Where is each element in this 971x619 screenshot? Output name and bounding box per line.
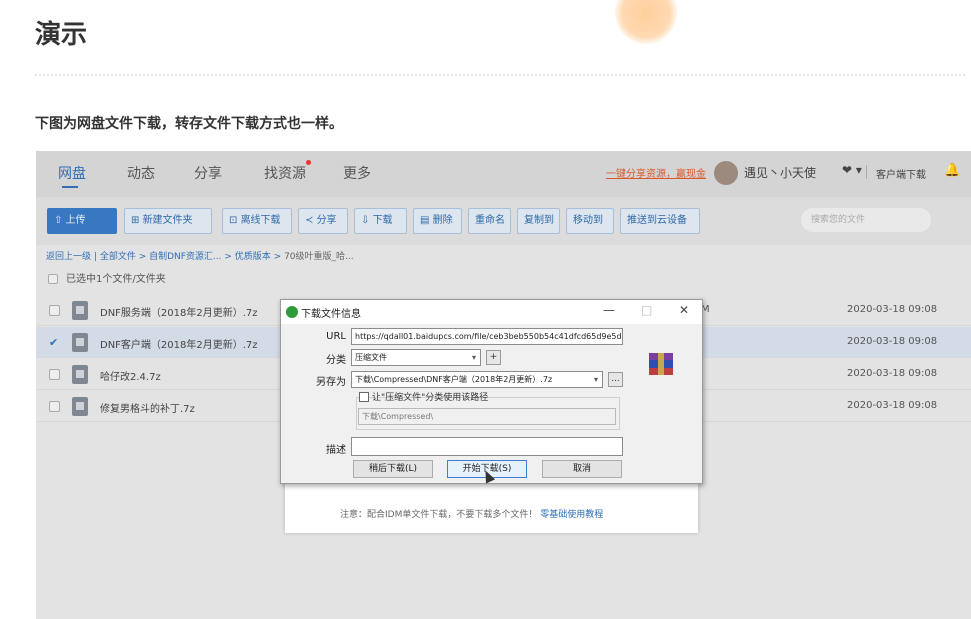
close-icon[interactable]: ✕: [679, 303, 689, 317]
minimize-icon[interactable]: —: [603, 303, 615, 317]
url-label: URL: [326, 331, 346, 342]
dialog-title: 下载文件信息: [301, 309, 361, 320]
nav-separator: [866, 165, 867, 179]
offline-download-button[interactable]: ⊡ 离线下载: [222, 208, 292, 234]
idm-download-dialog: 下载文件信息 — □ ✕ URL https://qdall01.baidupc…: [280, 299, 703, 484]
download-later-button[interactable]: 稍后下载(L): [353, 460, 433, 478]
browse-button[interactable]: ...: [608, 372, 623, 387]
username[interactable]: 遇见丶小天使: [744, 164, 816, 181]
chevron-down-icon: ▾: [471, 353, 476, 362]
cancel-button[interactable]: 取消: [542, 460, 622, 478]
file-name[interactable]: DNF服务端（2018年2月更新）.7z: [100, 304, 258, 319]
save-as-select[interactable]: 下载\Compressed\DNF客户端（2018年2月更新）.7z ▾: [351, 371, 603, 388]
row-checkbox[interactable]: [49, 401, 60, 412]
breadcrumb-item[interactable]: 全部文件: [100, 252, 136, 262]
archive-file-icon: [72, 333, 88, 352]
breadcrumb-back[interactable]: 返回上一级: [46, 252, 91, 262]
archive-file-icon: [72, 397, 88, 416]
row-checkbox[interactable]: [49, 305, 60, 316]
move-to-button[interactable]: 移动到: [566, 208, 614, 234]
share-promo-link[interactable]: 一键分享资源，赢现金: [606, 165, 706, 180]
copy-to-button[interactable]: 复制到: [517, 208, 560, 234]
avatar[interactable]: [714, 161, 738, 185]
client-download-link[interactable]: 客户端下载: [876, 166, 926, 181]
rename-button[interactable]: 重命名: [468, 208, 511, 234]
upload-icon: ⇧: [54, 215, 66, 226]
idm-globe-icon: [286, 306, 298, 318]
download-button[interactable]: ⇩ 下载: [354, 208, 407, 234]
selection-count: 已选中1个文件/文件夹: [48, 270, 166, 285]
trash-icon: ▤: [420, 215, 433, 226]
bell-icon[interactable]: 🔔: [944, 163, 960, 178]
use-path-label: 让"压缩文件"分类使用该路径: [372, 393, 489, 403]
file-name[interactable]: DNF客户端（2018年2月更新）.7z: [100, 336, 258, 351]
file-date: 2020-03-18 09:08: [847, 304, 938, 315]
checkmark-icon[interactable]: ✔: [49, 337, 60, 348]
tab-underline: [62, 186, 78, 188]
dialog-titlebar: 下载文件信息 — □ ✕: [281, 300, 702, 324]
offline-icon: ⊡: [229, 215, 241, 226]
share-icon: ≺: [305, 215, 317, 226]
top-nav: 网盘 动态 分享 找资源 更多 一键分享资源，赢现金 遇见丶小天使 ❤ ▾ 客户…: [36, 151, 971, 197]
file-date: 2020-03-18 09:08: [847, 368, 938, 379]
push-device-button[interactable]: 推送到云设备: [620, 208, 700, 234]
breadcrumb-item[interactable]: 自制DNF资源汇...: [149, 252, 221, 262]
upload-button[interactable]: ⇧ 上传: [47, 208, 117, 234]
tutorial-link[interactable]: 零基础使用教程: [540, 510, 603, 520]
decorative-blob: [615, 0, 677, 44]
tab-find-resources[interactable]: 找资源: [264, 163, 306, 183]
select-all-checkbox[interactable]: [48, 274, 58, 284]
dotted-divider: [35, 74, 965, 76]
tab-netdisk[interactable]: 网盘: [58, 163, 86, 183]
winrar-icon: [649, 353, 673, 375]
share-button[interactable]: ≺ 分享: [298, 208, 348, 234]
tab-more[interactable]: 更多: [343, 163, 371, 183]
url-field[interactable]: https://qdall01.baidupcs.com/file/ceb3be…: [351, 328, 623, 345]
add-category-button[interactable]: +: [486, 350, 501, 365]
folder-plus-icon: ⊞: [131, 215, 143, 226]
breadcrumb: 返回上一级 | 全部文件 > 自制DNF资源汇... > 优质版本 > 70级叶…: [46, 252, 354, 262]
breadcrumb-item[interactable]: 优质版本: [235, 252, 271, 262]
delete-button[interactable]: ▤ 删除: [413, 208, 462, 234]
file-date: 2020-03-18 09:08: [847, 336, 938, 347]
description-label: 描述: [326, 445, 346, 456]
chevron-down-icon: ▾: [593, 375, 598, 384]
file-name[interactable]: 修复男格斗的补丁.7z: [100, 400, 195, 415]
tab-feed[interactable]: 动态: [127, 163, 155, 183]
page-title: 演示: [35, 20, 88, 50]
file-date: 2020-03-18 09:08: [847, 400, 938, 411]
row-checkbox[interactable]: [49, 369, 60, 380]
new-folder-button[interactable]: ⊞ 新建文件夹: [124, 208, 212, 234]
idm-tip-note: 注意：配合IDM单文件下载，不要下载多个文件！ 零基础使用教程: [340, 510, 604, 520]
download-icon: ⇩: [361, 215, 373, 226]
archive-file-icon: [72, 301, 88, 320]
intro-text: 下图为网盘文件下载，转存文件下载方式也一样。: [35, 116, 343, 132]
search-input[interactable]: 搜索您的文件: [801, 208, 931, 232]
breadcrumb-current: 70级叶重版_哈...: [284, 252, 354, 262]
netdisk-screenshot: 网盘 动态 分享 找资源 更多 一键分享资源，赢现金 遇见丶小天使 ❤ ▾ 客户…: [36, 151, 971, 619]
toolbar: ⇧ 上传 ⊞ 新建文件夹 ⊡ 离线下载 ≺ 分享 ⇩ 下载 ▤ 删除 重命名 复…: [36, 197, 971, 245]
archive-file-icon: [72, 365, 88, 384]
chevron-down-icon[interactable]: ❤ ▾: [842, 163, 862, 177]
category-select[interactable]: 压缩文件 ▾: [351, 349, 481, 366]
description-input[interactable]: [351, 437, 623, 456]
use-path-checkbox[interactable]: [359, 392, 369, 402]
save-as-label: 另存为: [316, 377, 346, 388]
category-label: 分类: [326, 355, 346, 366]
file-name[interactable]: 哈仔改2.4.7z: [100, 368, 161, 383]
maximize-icon: □: [641, 303, 653, 317]
notification-dot: [306, 160, 311, 165]
default-path-field: 下载\Compressed\: [358, 408, 616, 425]
tab-share[interactable]: 分享: [194, 163, 222, 183]
idm-tip-dialog: 注意：配合IDM单文件下载，不要下载多个文件！ 零基础使用教程: [285, 476, 698, 533]
